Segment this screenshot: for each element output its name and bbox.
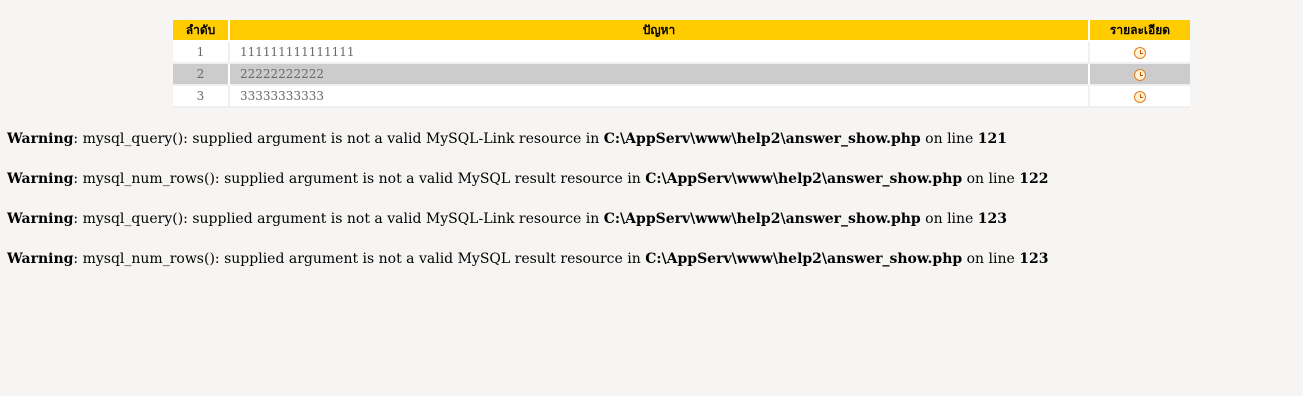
warning-label: Warning	[7, 131, 74, 147]
row-problem: 33333333333	[230, 86, 1090, 108]
warning-line-number: 122	[1019, 171, 1049, 187]
warning-file: C:\AppServ\www\help2\answer_show.php	[645, 251, 963, 267]
row-number: 2	[173, 64, 230, 86]
row-problem: 111111111111111	[230, 42, 1090, 64]
header-detail: รายละเอียด	[1090, 20, 1190, 42]
warning-line-number: 121	[977, 131, 1008, 147]
warning-on-line: on line	[920, 211, 978, 227]
warning-message: Warning: mysql_query(): supplied argumen…	[7, 129, 1048, 149]
warning-label: Warning	[7, 251, 74, 267]
php-warnings: Warning: mysql_query(): supplied argumen…	[7, 129, 1048, 289]
warning-text: : mysql_query(): supplied argument is no…	[73, 131, 604, 147]
warning-text: : mysql_num_rows(): supplied argument is…	[73, 251, 646, 267]
row-number: 1	[173, 42, 230, 64]
page: ลำดับ ปัญหา รายละเอียด 1 111111111111111…	[0, 0, 1303, 396]
warning-file: C:\AppServ\www\help2\answer_show.php	[645, 171, 963, 187]
warning-on-line: on line	[920, 131, 978, 147]
clock-icon[interactable]	[1134, 68, 1146, 81]
row-detail	[1090, 64, 1190, 86]
warning-text: : mysql_query(): supplied argument is no…	[73, 211, 604, 227]
warning-message: Warning: mysql_num_rows(): supplied argu…	[7, 249, 1048, 269]
warning-line-number: 123	[1019, 251, 1049, 267]
table-row: 1 111111111111111	[173, 42, 1190, 64]
table-header-row: ลำดับ ปัญหา รายละเอียด	[173, 20, 1190, 42]
warning-message: Warning: mysql_num_rows(): supplied argu…	[7, 169, 1048, 189]
warning-line-number: 123	[977, 211, 1008, 227]
warning-label: Warning	[7, 171, 74, 187]
row-detail	[1090, 42, 1190, 64]
clock-icon[interactable]	[1134, 46, 1146, 59]
warning-on-line: on line	[962, 251, 1020, 267]
problems-table: ลำดับ ปัญหา รายละเอียด 1 111111111111111…	[173, 20, 1190, 108]
warning-file: C:\AppServ\www\help2\answer_show.php	[603, 131, 921, 147]
header-problem: ปัญหา	[230, 20, 1090, 42]
header-no: ลำดับ	[173, 20, 230, 42]
row-number: 3	[173, 86, 230, 108]
clock-icon[interactable]	[1134, 90, 1146, 103]
row-detail	[1090, 86, 1190, 108]
warning-label: Warning	[7, 211, 74, 227]
warning-text: : mysql_num_rows(): supplied argument is…	[73, 171, 646, 187]
table-row: 3 33333333333	[173, 86, 1190, 108]
warning-file: C:\AppServ\www\help2\answer_show.php	[603, 211, 921, 227]
warning-message: Warning: mysql_query(): supplied argumen…	[7, 209, 1048, 229]
row-problem: 22222222222	[230, 64, 1090, 86]
warning-on-line: on line	[962, 171, 1020, 187]
table-row: 2 22222222222	[173, 64, 1190, 86]
